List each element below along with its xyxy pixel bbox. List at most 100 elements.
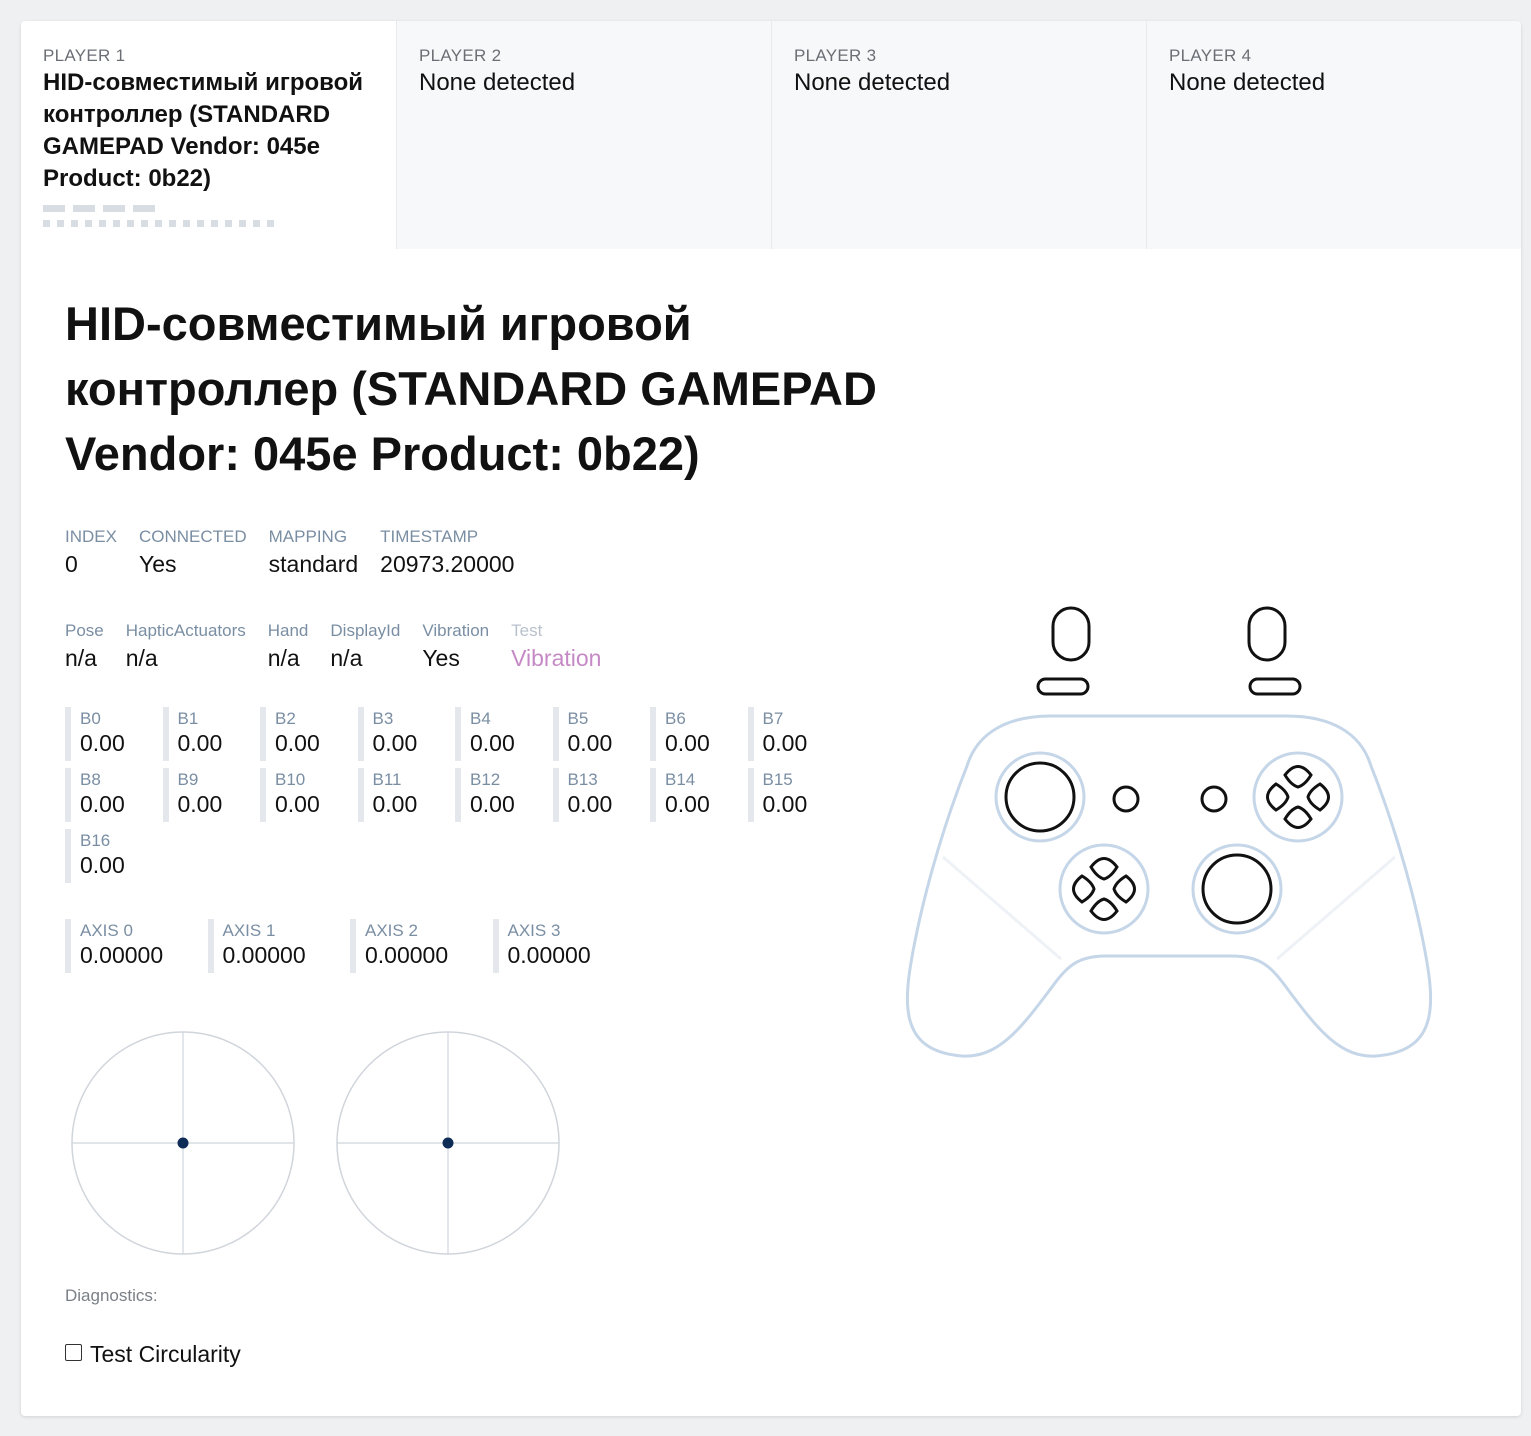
button-cell: B16 0.00	[65, 829, 155, 883]
tab-player-1[interactable]: PLAYER 1 HID-совместимый игровой контрол…	[21, 21, 396, 249]
menu-button	[1200, 785, 1228, 813]
connected-label: CONNECTED	[138, 527, 247, 546]
left-stick-ring	[994, 751, 1086, 843]
button-label: B7	[762, 709, 784, 728]
button-label: B11	[372, 770, 402, 789]
button-value: 0.00	[80, 852, 125, 878]
button-value: 0.00	[177, 791, 223, 817]
axis-value: 0.00000	[365, 942, 449, 968]
button-cell: B0 0.00	[65, 707, 155, 761]
button-label: B8	[80, 770, 101, 789]
extended-info: Pose n/a HapticActuators n/a Hand n/a Di…	[65, 621, 623, 673]
face-button-a	[1283, 805, 1313, 829]
test-vibration-info: Test Vibration	[511, 621, 601, 673]
tab-player-2[interactable]: PLAYER 2 None detected	[396, 21, 771, 249]
tab-label: PLAYER 1	[43, 46, 126, 65]
axis-cell: AXIS 2 0.00000	[350, 919, 480, 973]
button-cell: B7 0.00	[747, 707, 838, 761]
tab-device-name: None detected	[1169, 69, 1326, 96]
button-label: B14	[665, 770, 696, 789]
right-stick-position-dot	[442, 1137, 454, 1149]
button-cell: B13 0.00	[552, 768, 643, 822]
test-vibration-link[interactable]: Vibration	[511, 643, 601, 673]
device-title: HID-совместимый игровой контроллер (STAN…	[65, 297, 877, 480]
display-info: DisplayId n/a	[330, 621, 400, 673]
right-stick-ring	[1191, 843, 1283, 935]
left-stick-visualizer	[71, 1031, 295, 1255]
tab-player-3[interactable]: PLAYER 3 None detected	[771, 21, 1146, 249]
controller-body-outline	[905, 714, 1433, 1058]
display-label: DisplayId	[330, 621, 401, 640]
button-label: B3	[372, 709, 394, 728]
axis-value: 0.00000	[222, 942, 306, 968]
mapping-info: MAPPING standard	[269, 527, 359, 579]
timestamp-info: TIMESTAMP 20973.20000	[380, 527, 514, 579]
axis-value: 0.00000	[80, 942, 164, 968]
dpad-down	[1089, 897, 1119, 921]
dpad-up	[1089, 857, 1119, 881]
button-value: 0.00	[762, 791, 808, 817]
button-cell: B15 0.00	[747, 768, 838, 822]
button-cell: B14 0.00	[650, 768, 740, 822]
tab-device-name: HID-совместимый игровой контроллер (STAN…	[43, 69, 364, 192]
connected-info: CONNECTED Yes	[139, 527, 247, 579]
pose-info: Pose n/a	[65, 621, 104, 673]
tab-device-name: None detected	[794, 69, 951, 96]
button-value: 0.00	[567, 791, 613, 817]
view-button	[1112, 785, 1140, 813]
button-label: B0	[80, 709, 101, 728]
button-label: B1	[177, 709, 199, 728]
index-info: INDEX 0	[65, 527, 117, 579]
button-cell: B6 0.00	[650, 707, 740, 761]
tab-label: PLAYER 4	[1169, 46, 1252, 65]
axis-value: 0.00000	[507, 942, 591, 968]
vibration-info: Vibration Yes	[422, 621, 489, 673]
button-value: 0.00	[470, 791, 515, 817]
button-cell: B4 0.00	[455, 707, 545, 761]
button-cell: B11 0.00	[357, 768, 448, 822]
gamepad-diagram	[905, 606, 1433, 1058]
button-cell: B9 0.00	[162, 768, 253, 822]
dpad	[1072, 857, 1136, 921]
test-circularity-control[interactable]: Test Circularity	[65, 1341, 241, 1368]
button-label: B10	[275, 770, 306, 789]
button-label: B15	[762, 770, 793, 789]
mapping-value: standard	[268, 551, 359, 577]
button-label: B12	[470, 770, 501, 789]
button-label: B4	[470, 709, 491, 728]
player-tabs: PLAYER 1 HID-совместимый игровой контрол…	[21, 21, 1521, 249]
display-value: n/a	[330, 645, 363, 671]
button-cell: B10 0.00	[260, 768, 350, 822]
axis-cell: AXIS 1 0.00000	[207, 919, 338, 973]
hand-value: n/a	[267, 645, 300, 671]
tab-device-name: None detected	[419, 69, 576, 96]
button-value: 0.00	[80, 730, 125, 756]
timestamp-label: TIMESTAMP	[380, 527, 479, 546]
button-label: B16	[80, 831, 111, 850]
face-button-b	[1306, 782, 1330, 812]
button-value: 0.00	[275, 791, 320, 817]
button-value: 0.00	[762, 730, 808, 756]
timestamp-value: 20973.20000	[380, 551, 515, 577]
button-value: 0.00	[665, 791, 710, 817]
button-label: B9	[177, 770, 199, 789]
left-stick-position-dot	[177, 1137, 189, 1149]
axis-label: AXIS 0	[80, 921, 133, 940]
device-info: INDEX 0 CONNECTED Yes MAPPING standard T…	[65, 527, 536, 579]
haptic-info: HapticActuators n/a	[126, 621, 246, 673]
mapping-label: MAPPING	[268, 527, 348, 546]
index-value: 0	[65, 551, 78, 577]
button-value: 0.00	[80, 791, 125, 817]
haptic-value: n/a	[125, 645, 158, 671]
tab-player-4[interactable]: PLAYER 4 None detected	[1146, 21, 1521, 249]
test-circularity-checkbox[interactable]	[65, 1344, 82, 1361]
button-value: 0.00	[177, 730, 223, 756]
button-value: 0.00	[470, 730, 515, 756]
axis-label: AXIS 1	[222, 921, 276, 940]
hand-label: Hand	[267, 621, 309, 640]
index-label: INDEX	[65, 527, 117, 546]
axis-cell: AXIS 0 0.00000	[65, 919, 195, 973]
right-stick-cap	[1201, 853, 1273, 925]
button-label: B13	[567, 770, 598, 789]
tab-label: PLAYER 3	[794, 46, 877, 65]
